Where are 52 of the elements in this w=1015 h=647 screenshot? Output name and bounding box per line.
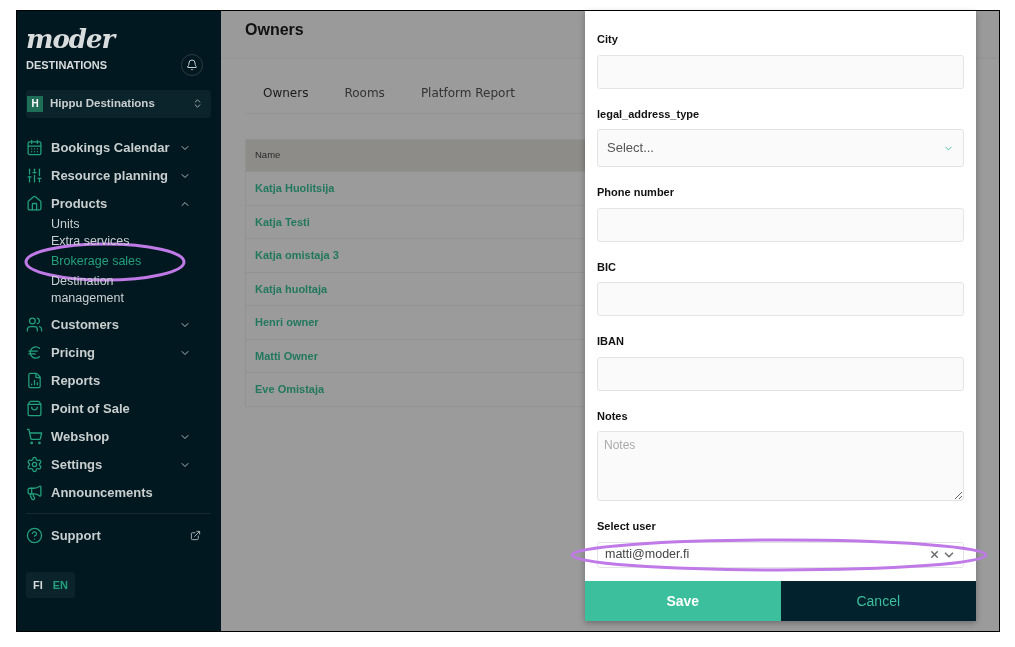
menu-item[interactable]: Pricing bbox=[26, 338, 211, 367]
submenu-item[interactable]: Units bbox=[51, 215, 80, 233]
menu-item[interactable]: Point of Sale bbox=[26, 394, 211, 423]
help-icon bbox=[26, 527, 43, 544]
menu-item[interactable]: Announcements bbox=[26, 478, 211, 507]
support-link[interactable]: Support bbox=[26, 521, 211, 550]
organization-avatar: H bbox=[27, 95, 43, 112]
house-icon bbox=[26, 195, 43, 212]
menu-item[interactable]: Settings bbox=[26, 450, 211, 479]
text-field[interactable] bbox=[597, 356, 964, 391]
external-link-icon bbox=[190, 530, 201, 541]
tab[interactable]: Owners bbox=[245, 84, 327, 102]
tab[interactable]: Platform Report bbox=[402, 84, 534, 102]
sliders-icon bbox=[26, 167, 43, 184]
euro-icon bbox=[26, 344, 43, 361]
notes-field[interactable]: Notes bbox=[597, 431, 964, 501]
field-label: Select user bbox=[597, 519, 657, 534]
menu-item[interactable]: Customers bbox=[26, 310, 211, 339]
clear-icon[interactable] bbox=[929, 549, 940, 560]
menu-item[interactable]: Reports bbox=[26, 366, 211, 395]
menu-item[interactable]: Products bbox=[26, 189, 211, 218]
organization-switcher[interactable]: H Hippu Destinations bbox=[26, 89, 211, 118]
logo: moder bbox=[26, 25, 115, 53]
field-label: IBAN bbox=[597, 334, 625, 349]
report-icon bbox=[26, 372, 43, 389]
field-label: BIC bbox=[597, 259, 617, 275]
field-label: Notes bbox=[597, 408, 629, 424]
tab[interactable]: Rooms bbox=[326, 84, 403, 102]
text-field[interactable] bbox=[597, 207, 964, 242]
cart-icon bbox=[26, 428, 43, 445]
menu-item[interactable]: Webshop bbox=[26, 422, 211, 451]
column-header: Name bbox=[255, 148, 281, 163]
text-field[interactable] bbox=[597, 54, 964, 89]
bag-icon bbox=[26, 400, 43, 417]
text-field[interactable] bbox=[597, 282, 964, 316]
people-icon bbox=[26, 316, 43, 333]
field-label: Phone number bbox=[597, 185, 675, 200]
bell-icon bbox=[186, 58, 198, 71]
cancel-button[interactable]: Cancel bbox=[780, 581, 976, 621]
calendar-icon bbox=[26, 139, 43, 156]
chevrons-icon bbox=[192, 98, 203, 109]
select-field[interactable]: Select... bbox=[597, 129, 964, 167]
field-label: City bbox=[597, 32, 619, 47]
language-option[interactable]: FI bbox=[33, 576, 43, 593]
page-title: Owners bbox=[245, 21, 304, 38]
settings-icon bbox=[26, 456, 43, 473]
menu-item[interactable]: Bookings Calendar bbox=[26, 133, 211, 162]
menu-item[interactable]: Resource planning bbox=[26, 161, 211, 190]
megaphone-icon bbox=[26, 484, 43, 501]
field-label: legal_address_type bbox=[597, 106, 701, 122]
language-option[interactable]: EN bbox=[52, 576, 69, 593]
logo-subtitle: DESTINATIONS bbox=[26, 58, 109, 73]
